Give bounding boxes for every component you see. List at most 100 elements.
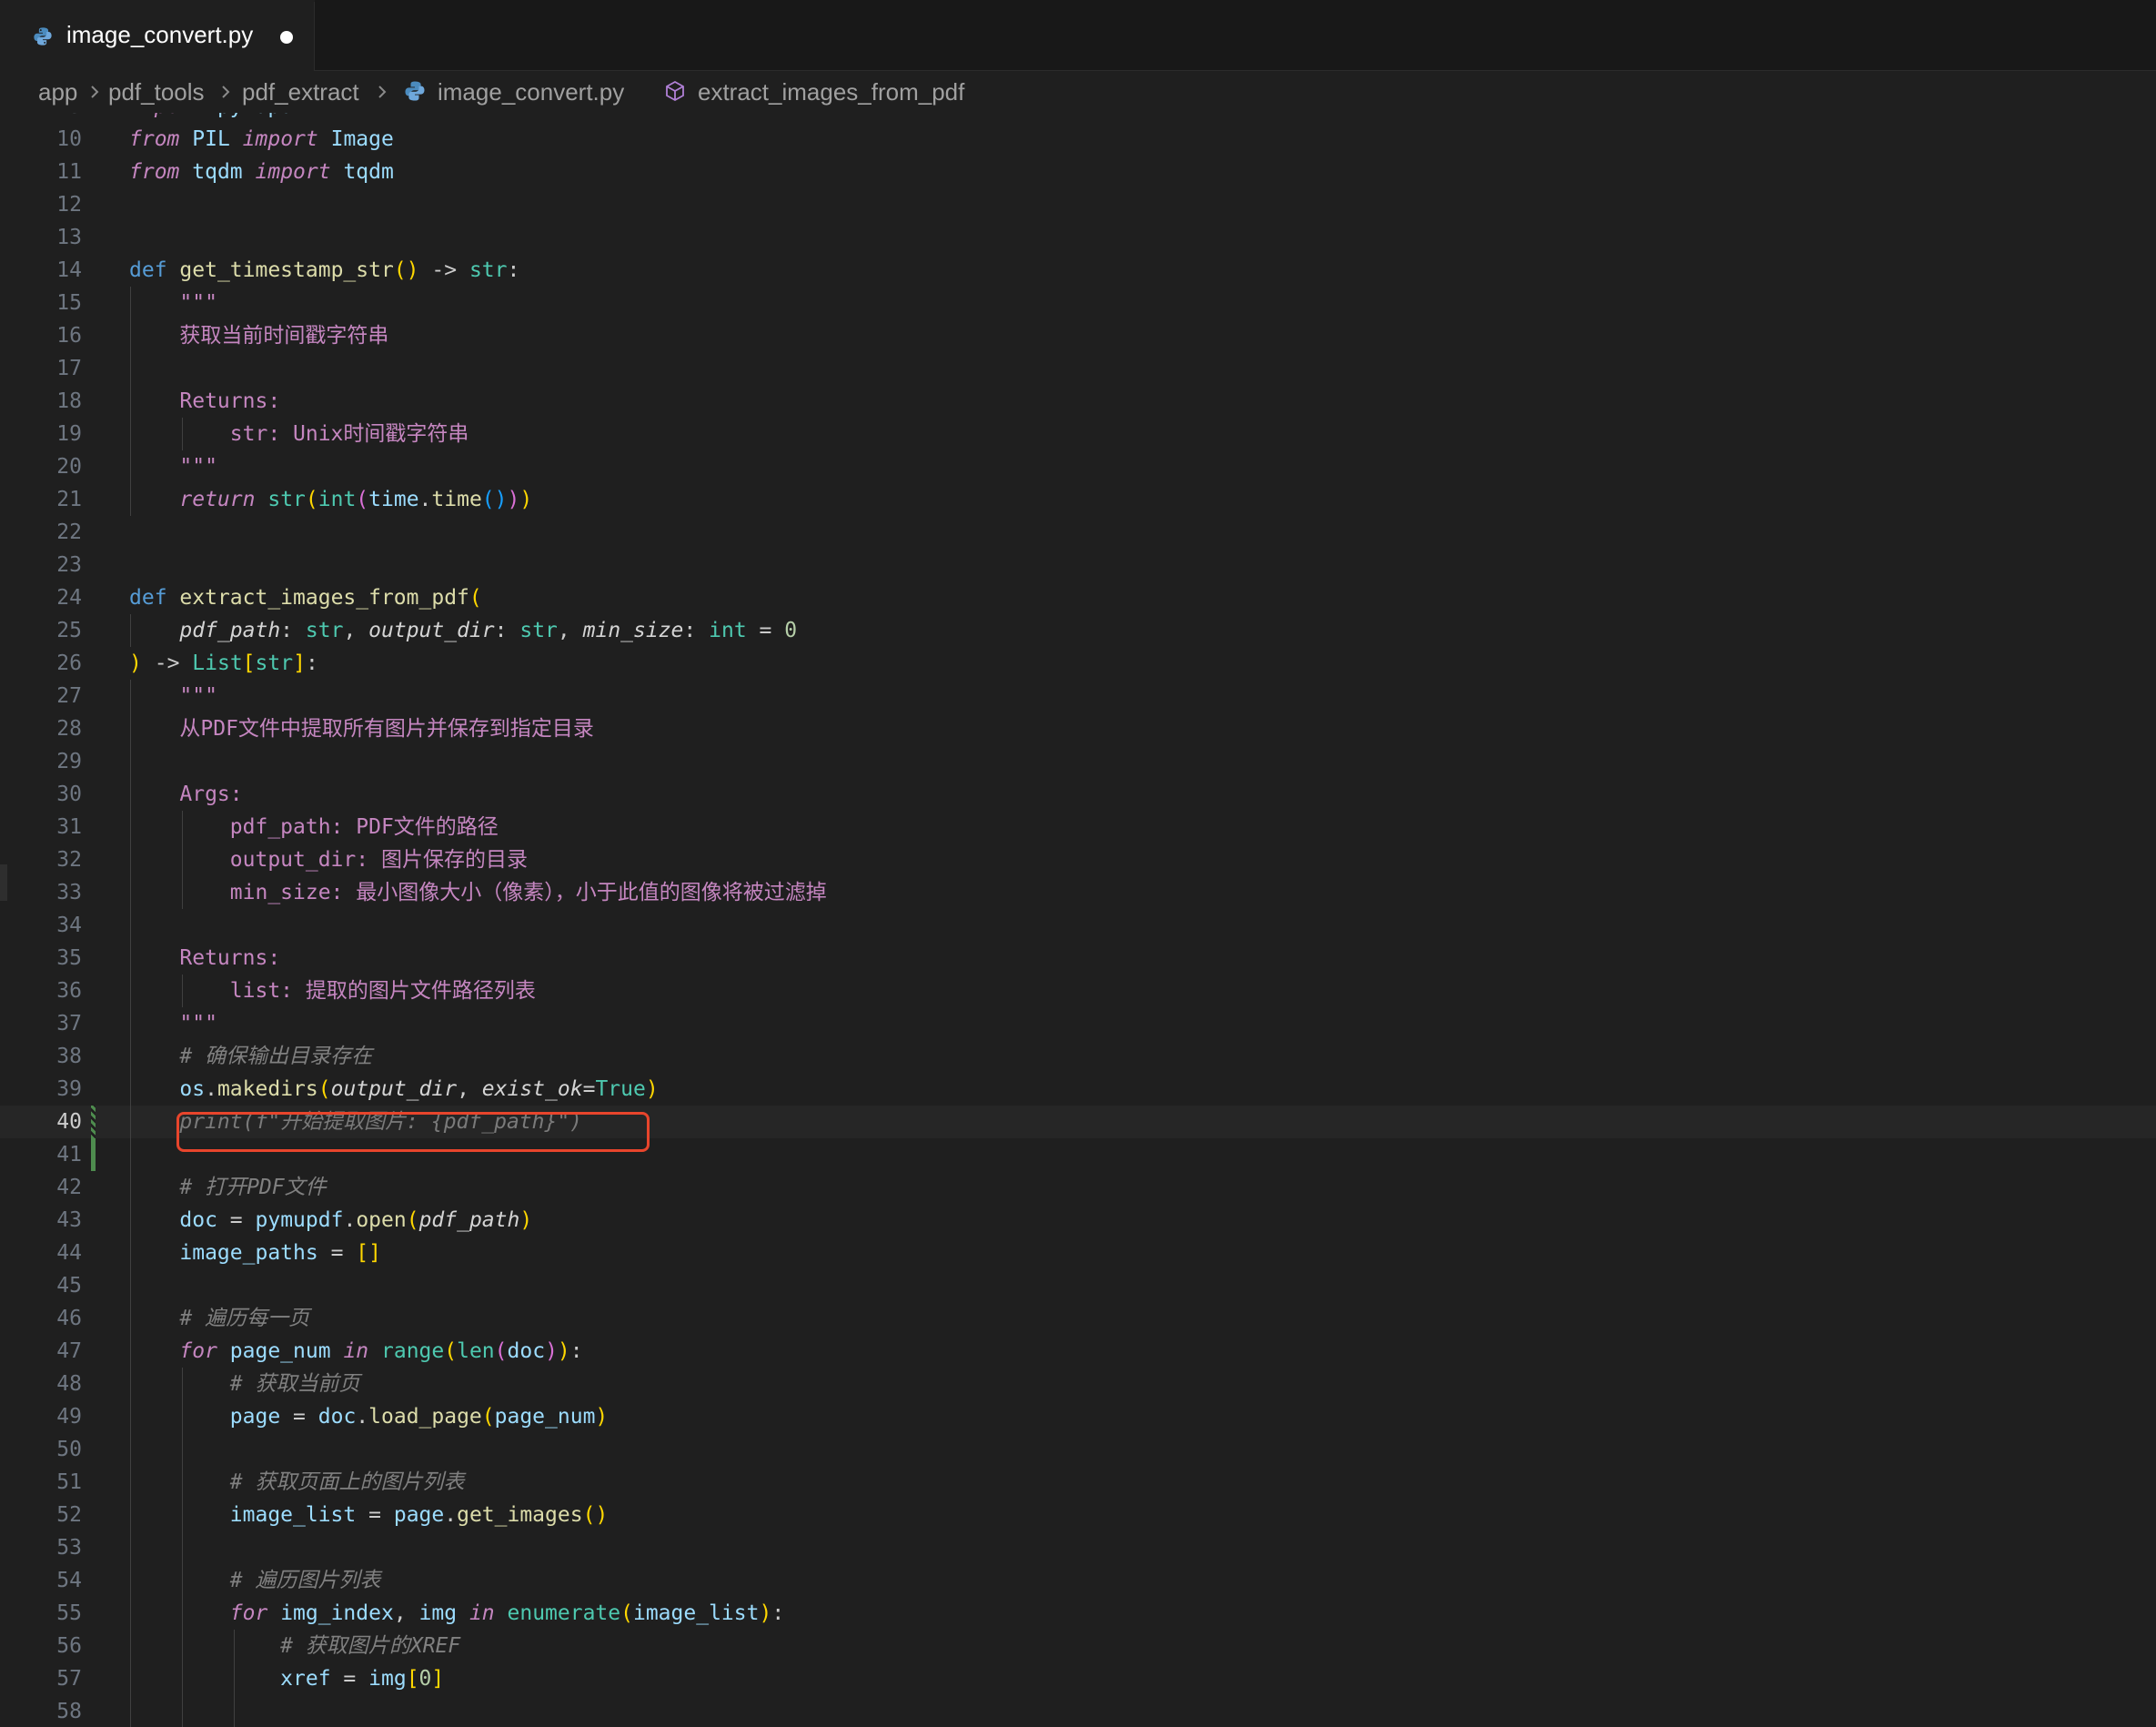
code-line[interactable]: 22 [0, 516, 2156, 549]
code-text[interactable]: # 打开PDF文件 [129, 1171, 326, 1204]
code-text[interactable]: # 遍历每一页 [129, 1302, 309, 1335]
code-line[interactable]: 26) -> List[str]: [0, 647, 2156, 680]
code-editor[interactable]: 9import pymupdf10from PIL import Image11… [0, 113, 2156, 1727]
code-line[interactable]: 29 [0, 745, 2156, 778]
line-number: 29 [56, 750, 82, 773]
code-line[interactable]: 47 for page_num in range(len(doc)): [0, 1335, 2156, 1368]
code-line[interactable]: 9 import pymupdf [0, 113, 2156, 123]
code-line[interactable]: 10 from PIL import Image [0, 123, 2156, 156]
code-line[interactable]: 27 """ [0, 680, 2156, 712]
code-text[interactable]: Args: [129, 778, 242, 811]
code-text[interactable]: image_list = page.get_images() [129, 1499, 609, 1531]
code-line[interactable]: 17 [0, 352, 2156, 385]
code-text[interactable]: os.makedirs(output_dir, exist_ok=True) [129, 1073, 658, 1106]
code-line[interactable]: 55 for img_index, img in enumerate(image… [0, 1597, 2156, 1630]
code-line[interactable]: 30 Args: [0, 778, 2156, 811]
code-text[interactable]: Returns: [129, 385, 280, 418]
code-line[interactable]: 53 [0, 1531, 2156, 1564]
line-number: 53 [56, 1536, 82, 1560]
code-text[interactable]: import pymupdf [129, 113, 306, 123]
code-text[interactable]: Returns: [129, 942, 280, 975]
code-line[interactable]: 42 # 打开PDF文件 [0, 1171, 2156, 1204]
unsaved-changes-dot[interactable] [280, 31, 293, 44]
code-line[interactable]: 23 [0, 549, 2156, 581]
code-text[interactable]: def extract_images_from_pdf( [129, 581, 482, 614]
code-line[interactable]: 44 image_paths = [] [0, 1237, 2156, 1269]
code-text[interactable]: for page_num in range(len(doc)): [129, 1335, 582, 1368]
code-text[interactable]: xref = img[0] [129, 1662, 444, 1695]
code-text[interactable]: # 获取图片的XREF [129, 1630, 460, 1662]
code-line[interactable]: 43 doc = pymupdf.open(pdf_path) [0, 1204, 2156, 1237]
code-line[interactable]: 58 [0, 1695, 2156, 1727]
code-text[interactable]: return str(int(time.time())) [129, 483, 532, 516]
code-text[interactable]: # 确保输出目录存在 [129, 1040, 372, 1073]
code-text[interactable]: page = doc.load_page(page_num) [129, 1400, 609, 1433]
code-text[interactable]: list: 提取的图片文件路径列表 [129, 975, 536, 1007]
code-line[interactable]: 34 [0, 909, 2156, 942]
code-text[interactable]: pdf_path: str, output_dir: str, min_size… [129, 614, 797, 647]
code-text[interactable]: 获取当前时间戳字符串 [129, 319, 388, 352]
code-line[interactable]: 57 xref = img[0] [0, 1662, 2156, 1695]
code-line[interactable]: 20 """ [0, 450, 2156, 483]
code-line[interactable]: 33 min_size: 最小图像大小（像素），小于此值的图像将被过滤掉 [0, 876, 2156, 909]
breadcrumb-item-file[interactable]: image_convert.py [438, 78, 624, 106]
code-line[interactable]: 13 [0, 221, 2156, 254]
code-line[interactable]: 36 list: 提取的图片文件路径列表 [0, 975, 2156, 1007]
code-line[interactable]: 18 Returns: [0, 385, 2156, 418]
code-text[interactable]: 从PDF文件中提取所有图片并保存到指定目录 [129, 712, 594, 745]
code-text[interactable]: pdf_path: PDF文件的路径 [129, 811, 499, 843]
code-line[interactable]: 24 def extract_images_from_pdf( [0, 581, 2156, 614]
code-text[interactable]: """ [129, 1007, 217, 1040]
code-line[interactable]: 45 [0, 1269, 2156, 1302]
code-line[interactable]: 39 os.makedirs(output_dir, exist_ok=True… [0, 1073, 2156, 1106]
code-line[interactable]: 28 从PDF文件中提取所有图片并保存到指定目录 [0, 712, 2156, 745]
code-text[interactable]: str: Unix时间戳字符串 [129, 418, 469, 450]
code-text[interactable]: """ [129, 450, 217, 483]
code-line[interactable]: 54 # 遍历图片列表 [0, 1564, 2156, 1597]
code-line[interactable]: 25 pdf_path: str, output_dir: str, min_s… [0, 614, 2156, 647]
code-text[interactable]: # 获取页面上的图片列表 [129, 1466, 465, 1499]
code-text[interactable]: from PIL import Image [129, 123, 394, 156]
code-line[interactable]: 46 # 遍历每一页 [0, 1302, 2156, 1335]
code-line[interactable]: 14 def get_timestamp_str() -> str: [0, 254, 2156, 287]
code-text[interactable]: image_paths = [] [129, 1237, 381, 1269]
code-line[interactable]: 49 page = doc.load_page(page_num) [0, 1400, 2156, 1433]
breadcrumb-item-pdf-tools[interactable]: pdf_tools [108, 78, 205, 106]
code-text[interactable]: doc = pymupdf.open(pdf_path) [129, 1204, 532, 1237]
code-line[interactable]: 19 str: Unix时间戳字符串 [0, 418, 2156, 450]
line-number: 40 [56, 1110, 82, 1134]
indent-guide [182, 1368, 183, 1727]
breadcrumb-item-app[interactable]: app [38, 78, 77, 106]
editor-tab-bar: image_convert.py [0, 0, 2156, 71]
code-line[interactable]: 35 Returns: [0, 942, 2156, 975]
code-text[interactable]: """ [129, 287, 217, 319]
git-added-marker[interactable] [91, 1138, 96, 1171]
code-line[interactable]: 11 from tqdm import tqdm [0, 156, 2156, 188]
code-line[interactable]: 56 # 获取图片的XREF [0, 1630, 2156, 1662]
code-line[interactable]: 37 """ [0, 1007, 2156, 1040]
code-line[interactable]: 12 [0, 188, 2156, 221]
code-text[interactable]: ) -> List[str]: [129, 647, 318, 680]
code-text[interactable]: output_dir: 图片保存的目录 [129, 843, 528, 876]
code-line[interactable]: 38 # 确保输出目录存在 [0, 1040, 2156, 1073]
code-text[interactable]: min_size: 最小图像大小（像素），小于此值的图像将被过滤掉 [129, 876, 827, 909]
code-text[interactable]: for img_index, img in enumerate(image_li… [129, 1597, 784, 1630]
breadcrumb-item-pdf-extract[interactable]: pdf_extract [242, 78, 359, 106]
code-line[interactable]: 48 # 获取当前页 [0, 1368, 2156, 1400]
code-line[interactable]: 21 return str(int(time.time())) [0, 483, 2156, 516]
code-line[interactable]: 16 获取当前时间戳字符串 [0, 319, 2156, 352]
code-text[interactable]: """ [129, 680, 217, 712]
code-line[interactable]: 52 image_list = page.get_images() [0, 1499, 2156, 1531]
code-line[interactable]: 50 [0, 1433, 2156, 1466]
code-text[interactable]: # 遍历图片列表 [129, 1564, 381, 1597]
code-text[interactable]: def get_timestamp_str() -> str: [129, 254, 519, 287]
editor-tab[interactable]: image_convert.py [0, 0, 315, 71]
code-line[interactable]: 32 output_dir: 图片保存的目录 [0, 843, 2156, 876]
breadcrumb-item-symbol[interactable]: extract_images_from_pdf [698, 78, 964, 106]
code-line[interactable]: 31 pdf_path: PDF文件的路径 [0, 811, 2156, 843]
code-line[interactable]: 15 """ [0, 287, 2156, 319]
git-modified-marker[interactable] [91, 1106, 96, 1138]
code-text[interactable]: from tqdm import tqdm [129, 156, 394, 188]
code-line[interactable]: 51 # 获取页面上的图片列表 [0, 1466, 2156, 1499]
code-text[interactable]: # 获取当前页 [129, 1368, 360, 1400]
